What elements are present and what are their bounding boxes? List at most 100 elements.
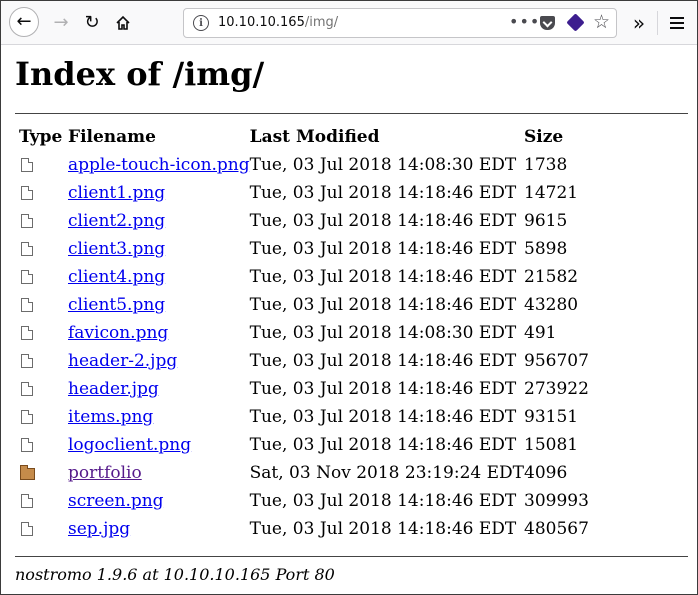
last-modified-cell: Tue, 03 Jul 2018 14:18:46 EDT [249,379,517,399]
last-modified-cell: Tue, 03 Jul 2018 14:18:46 EDT [249,267,517,287]
file-link[interactable]: client3.png [68,239,165,259]
file-icon [21,158,33,172]
file-link[interactable]: sep.jpg [68,519,130,539]
file-link[interactable]: screen.png [68,491,164,511]
file-link[interactable]: favicon.png [68,323,168,343]
table-row: favicon.png Tue, 03 Jul 2018 14:08:30 EDT… [19,319,604,347]
filename-cell: header-2.jpg [68,347,250,375]
file-icon [21,410,33,424]
table-row: header-2.jpg Tue, 03 Jul 2018 14:18:46 ED… [19,347,604,375]
reload-button[interactable]: ↻ [78,9,106,37]
type-cell [19,487,68,515]
table-row: header.jpg Tue, 03 Jul 2018 14:18:46 EDT 2… [19,375,604,403]
last-modified-cell: Tue, 03 Jul 2018 14:18:46 EDT [249,435,517,455]
file-icon [21,270,33,284]
directory-listing: Type Filename Last Modified Size apple-t… [19,123,604,543]
type-cell [19,263,68,291]
table-row: client5.png Tue, 03 Jul 2018 14:18:46 EDT… [19,291,604,319]
home-button[interactable] [109,9,137,37]
file-link[interactable]: portfolio [68,463,142,483]
file-link[interactable]: client5.png [68,295,165,315]
header-row: Type Filename Last Modified Size [19,123,604,151]
table-row: portfolio Sat, 03 Nov 2018 23:19:24 EDT 40… [19,459,604,487]
file-icon [21,298,33,312]
type-cell [19,179,68,207]
file-link[interactable]: client2.png [68,211,165,231]
browser-window: ← → ↻ i 10.10.10.165/img/ ••• ☆ » Index … [0,0,698,595]
column-size: Size [524,127,564,147]
overflow-button[interactable]: » [625,9,653,37]
file-link[interactable]: logoclient.png [68,435,191,455]
file-icon [21,494,33,508]
filename-cell: items.png [68,403,250,431]
filename-cell: apple-touch-icon.png [68,151,250,179]
file-icon [21,438,33,452]
type-cell [19,515,68,543]
home-icon [116,15,130,30]
type-cell [19,291,68,319]
filename-cell: logoclient.png [68,431,250,459]
footer-divider [15,556,688,557]
file-link[interactable]: header.jpg [68,379,159,399]
size-cell: 21582 [524,267,579,287]
filename-cell: sep.jpg [68,515,250,543]
size-cell: 14721 [524,183,579,203]
filename-cell: header.jpg [68,375,250,403]
filename-cell: portfolio [68,459,250,487]
filename-cell: client4.png [68,263,250,291]
forward-button[interactable]: → [47,9,75,37]
size-cell: 15081 [524,435,579,455]
url-text[interactable]: 10.10.10.165/img/ [218,15,338,30]
type-cell [19,375,68,403]
size-cell: 491 [524,323,557,343]
filename-cell: screen.png [68,487,250,515]
size-cell: 4096 [524,463,568,483]
file-icon [21,326,33,340]
extension-icon[interactable] [566,13,585,32]
folder-icon [20,465,35,480]
reload-icon: ↻ [84,12,100,33]
page-title: Index of /img/ [15,55,265,93]
pocket-icon[interactable] [540,16,555,30]
last-modified-cell: Tue, 03 Jul 2018 14:18:46 EDT [249,407,517,427]
back-icon: ← [16,11,32,32]
file-link[interactable]: items.png [68,407,153,427]
size-cell: 956707 [524,351,589,371]
last-modified-cell: Tue, 03 Jul 2018 14:18:46 EDT [249,351,517,371]
file-link[interactable]: client1.png [68,183,165,203]
size-cell: 309993 [524,491,589,511]
filename-cell: client2.png [68,207,250,235]
size-cell: 273922 [524,379,589,399]
type-cell [19,235,68,263]
url-bar[interactable]: i 10.10.10.165/img/ ••• ☆ [183,8,617,38]
table-row: client3.png Tue, 03 Jul 2018 14:18:46 EDT… [19,235,604,263]
forward-icon: → [53,12,69,33]
menu-button[interactable] [663,9,691,37]
size-cell: 93151 [524,407,579,427]
more-icon[interactable]: ••• [509,12,540,31]
size-cell: 1738 [524,155,568,175]
file-link[interactable]: apple-touch-icon.png [68,155,250,175]
toolbar-divider [657,11,658,35]
last-modified-cell: Tue, 03 Jul 2018 14:18:46 EDT [249,519,517,539]
table-row: client4.png Tue, 03 Jul 2018 14:18:46 EDT… [19,263,604,291]
file-link[interactable]: header-2.jpg [68,351,177,371]
filename-cell: client3.png [68,235,250,263]
back-button[interactable]: ← [9,7,39,37]
info-icon[interactable]: i [193,15,209,31]
file-link[interactable]: client4.png [68,267,165,287]
file-icon [21,382,33,396]
type-cell [19,431,68,459]
last-modified-cell: Tue, 03 Jul 2018 14:18:46 EDT [249,239,517,259]
file-icon [21,242,33,256]
last-modified-cell: Tue, 03 Jul 2018 14:18:46 EDT [249,183,517,203]
bookmark-star-icon[interactable]: ☆ [593,11,610,33]
table-row: screen.png Tue, 03 Jul 2018 14:18:46 EDT 3… [19,487,604,515]
file-icon [21,186,33,200]
url-path: /img/ [304,15,339,30]
table-row: client1.png Tue, 03 Jul 2018 14:18:46 EDT… [19,179,604,207]
size-cell: 5898 [524,239,568,259]
filename-cell: client5.png [68,291,250,319]
table-row: sep.jpg Tue, 03 Jul 2018 14:18:46 EDT 4805… [19,515,604,543]
table-row: client2.png Tue, 03 Jul 2018 14:18:46 EDT… [19,207,604,235]
